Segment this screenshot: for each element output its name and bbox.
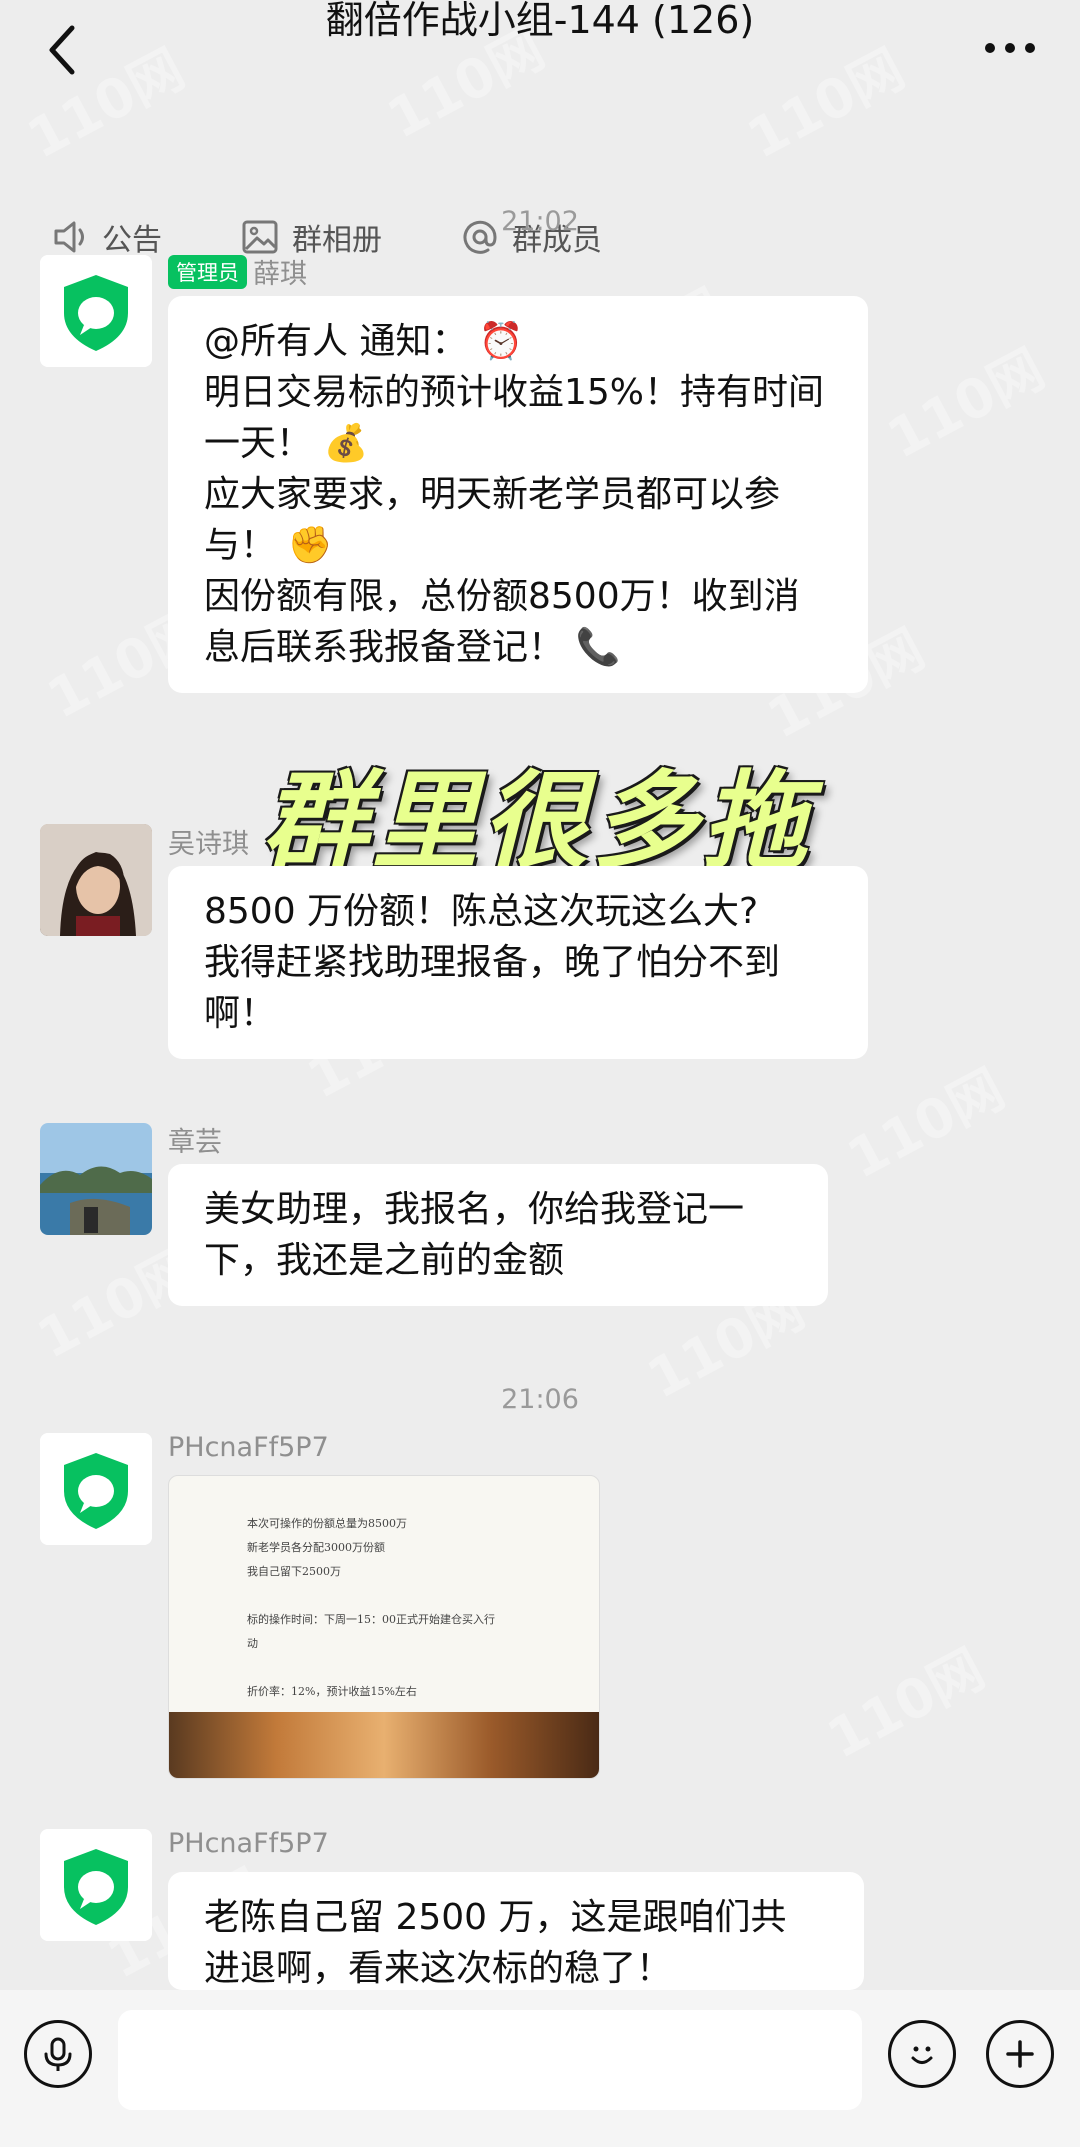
message-bubble[interactable]: @所有人 通知： ⏰ 明日交易标的预计收益15%！持有时间一天！ 💰 应大家要求… — [168, 296, 868, 693]
message-bubble[interactable]: 美女助理，我报名，你给我登记一 下，我还是之前的金额 — [168, 1164, 828, 1306]
sender-name: PHcnaFf5P7 — [168, 1828, 329, 1859]
image-text-line: 本次可操作的份额总量为8500万 — [247, 1517, 407, 1530]
image-text: 本次可操作的份额总量为8500万 新老学员各分配3000万份额 我自己留下250… — [247, 1512, 495, 1704]
avatar[interactable] — [40, 255, 152, 367]
shield-chat-icon — [40, 255, 152, 367]
image-message[interactable]: 本次可操作的份额总量为8500万 新老学员各分配3000万份额 我自己留下250… — [168, 1475, 600, 1779]
image-text-line: 动 — [247, 1637, 258, 1650]
image-text-line: 新老学员各分配3000万份额 — [247, 1541, 385, 1554]
more-dots-icon — [985, 43, 1035, 53]
timestamp: 21:02 — [501, 206, 579, 237]
sender-name-text: 薛琪 — [253, 259, 307, 290]
image-text-line — [247, 1656, 495, 1680]
sender-name: 吴诗琪 — [168, 822, 249, 861]
smiley-icon — [911, 2046, 933, 2064]
more-button[interactable] — [980, 30, 1040, 66]
message-bubble[interactable]: 老陈自己留 2500 万，这是跟咱们共 进退啊，看来这次标的稳了！ — [168, 1872, 864, 1990]
watermark: 110网 — [817, 1636, 995, 1771]
group-toolbar: 公告 群相册 群成员 — [0, 100, 1080, 258]
avatar[interactable] — [40, 824, 152, 936]
plus-button[interactable] — [986, 2020, 1054, 2088]
image-text-line: 标的操作时间：下周一15：00正式开始建仓买入行 — [247, 1613, 495, 1626]
voice-button[interactable] — [24, 2020, 92, 2088]
sender-name-text: 吴诗琪 — [168, 829, 249, 860]
sender-name-text: 章芸 — [168, 1127, 222, 1158]
watermark: 110网 — [837, 1056, 1015, 1191]
shield-chat-icon — [40, 1829, 152, 1941]
plus-icon — [1006, 2040, 1034, 2068]
emoji-button[interactable] — [888, 2020, 956, 2088]
sender-name-text: PHcnaFf5P7 — [168, 1828, 329, 1859]
avatar[interactable] — [40, 1829, 152, 1941]
landscape-icon — [40, 1123, 152, 1235]
image-photo-strip — [169, 1712, 599, 1778]
chat-title: 翻倍作战小组-144 (126) — [325, 0, 755, 42]
microphone-icon — [44, 2037, 72, 2071]
sender-name-text: PHcnaFf5P7 — [168, 1432, 329, 1463]
chat-header: 翻倍作战小组-144 (126) — [0, 0, 1080, 100]
message-bubble[interactable]: 8500 万份额！陈总这次玩这么大? 我得赶紧找助理报备，晚了怕分不到啊！ — [168, 866, 868, 1059]
admin-badge: 管理员 — [168, 254, 247, 289]
image-text-line: 折价率：12%，预计收益15%左右 — [247, 1685, 417, 1698]
sender-name: 章芸 — [168, 1120, 222, 1159]
timestamp: 21:06 — [501, 1384, 579, 1415]
sender-name: PHcnaFf5P7 — [168, 1432, 329, 1463]
sender-name: 管理员 薛琪 — [168, 252, 307, 291]
shield-chat-icon — [40, 1433, 152, 1545]
avatar[interactable] — [40, 1123, 152, 1235]
avatar[interactable] — [40, 1433, 152, 1545]
watermark: 110网 — [877, 336, 1055, 471]
portrait-icon — [40, 824, 152, 936]
image-text-line: 我自己留下2500万 — [247, 1565, 341, 1578]
image-text-line — [247, 1584, 495, 1608]
message-input[interactable] — [118, 2010, 862, 2110]
